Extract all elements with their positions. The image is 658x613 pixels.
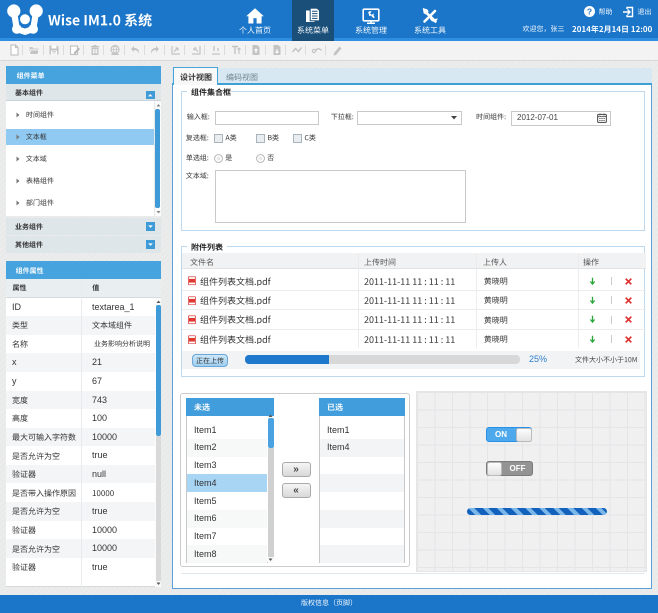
svg-text:?: ? [587,6,592,16]
